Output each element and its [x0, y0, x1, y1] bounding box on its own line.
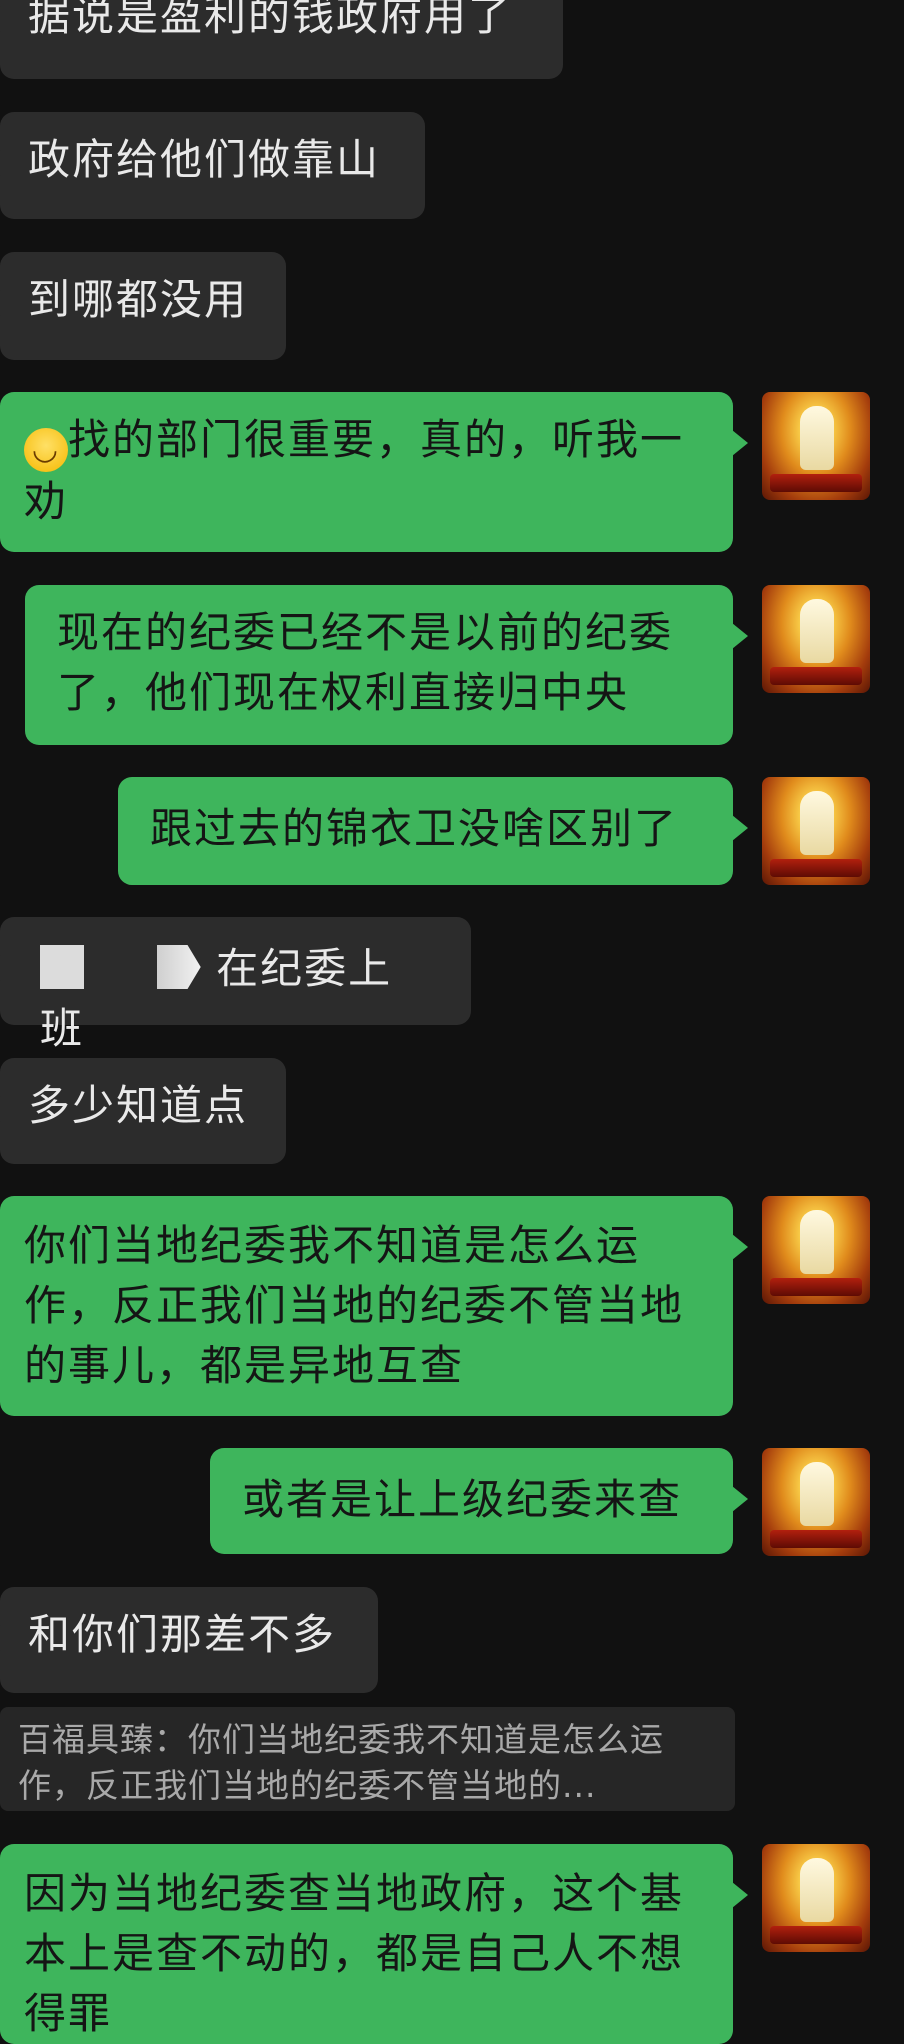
altar-icon	[770, 1278, 862, 1296]
message-bubble-received[interactable]: 在纪委上班	[0, 917, 471, 1053]
avatar[interactable]	[762, 1844, 870, 1952]
buddha-figure-icon	[800, 1462, 834, 1526]
avatar[interactable]	[762, 392, 870, 500]
message-bubble-received[interactable]: 政府给他们做靠山	[0, 112, 425, 219]
message-bubble-sent[interactable]: 因为当地纪委查当地政府，这个基本上是查不动的，都是自己人不想得罪	[0, 1844, 748, 2044]
laughing-emoji-icon: ◡	[24, 428, 68, 472]
message-text: 多少知道点	[28, 1081, 249, 1130]
message-text: 政府给他们做靠山	[28, 135, 381, 184]
avatar[interactable]	[762, 585, 870, 693]
message-text: 或者是让上级纪委来查	[242, 1475, 683, 1524]
message-text: 据说是盈利的钱政府用了	[28, 0, 513, 40]
message-bubble-received[interactable]: 到哪都没用	[0, 252, 286, 360]
redacted-block-icon	[40, 945, 84, 989]
message-text: 因为当地纪委查当地政府，这个基本上是查不动的，都是自己人不想得罪	[24, 1869, 685, 2038]
message-bubble-sent[interactable]: 现在的纪委已经不是以前的纪委了，他们现在权利直接归中央	[25, 585, 748, 745]
altar-icon	[770, 859, 862, 877]
buddha-figure-icon	[800, 791, 834, 855]
altar-icon	[770, 1530, 862, 1548]
avatar[interactable]	[762, 1196, 870, 1304]
message-bubble-sent[interactable]: 跟过去的锦衣卫没啥区别了	[118, 777, 748, 885]
buddha-figure-icon	[800, 1858, 834, 1922]
message-text: 到哪都没用	[28, 275, 249, 324]
message-text: 跟过去的锦衣卫没啥区别了	[150, 804, 679, 853]
message-text: 你们当地纪委我不知道是怎么运作，反正我们当地的纪委不管当地的事儿，都是异地互查	[24, 1221, 685, 1390]
buddha-figure-icon	[800, 406, 834, 470]
redacted-block-icon	[156, 945, 201, 989]
avatar[interactable]	[762, 777, 870, 885]
message-bubble-received[interactable]: 和你们那差不多	[0, 1587, 378, 1693]
buddha-figure-icon	[800, 599, 834, 663]
message-text: 现在的纪委已经不是以前的纪委了，他们现在权利直接归中央	[57, 608, 674, 717]
quoted-message-text: 百福具臻：你们当地纪委我不知道是怎么运作，反正我们当地的纪委不管当地的...	[18, 1720, 664, 1805]
message-text: 找的部门很重要，真的，听我一劝	[24, 415, 685, 526]
message-text: 在纪委上班	[40, 944, 393, 1053]
message-bubble-sent[interactable]: 或者是让上级纪委来查	[210, 1448, 748, 1554]
message-bubble-sent[interactable]: ◡ 找的部门很重要，真的，听我一劝	[0, 392, 748, 552]
altar-icon	[770, 667, 862, 685]
avatar[interactable]	[762, 1448, 870, 1556]
message-bubble-received[interactable]: 据说是盈利的钱政府用了	[0, 0, 563, 79]
message-bubble-sent[interactable]: 你们当地纪委我不知道是怎么运作，反正我们当地的纪委不管当地的事儿，都是异地互查	[0, 1196, 748, 1416]
message-bubble-received[interactable]: 多少知道点	[0, 1058, 286, 1164]
message-text: 和你们那差不多	[28, 1610, 337, 1659]
altar-icon	[770, 1926, 862, 1944]
quoted-message[interactable]: 百福具臻：你们当地纪委我不知道是怎么运作，反正我们当地的纪委不管当地的...	[0, 1707, 735, 1811]
buddha-figure-icon	[800, 1210, 834, 1274]
altar-icon	[770, 474, 862, 492]
